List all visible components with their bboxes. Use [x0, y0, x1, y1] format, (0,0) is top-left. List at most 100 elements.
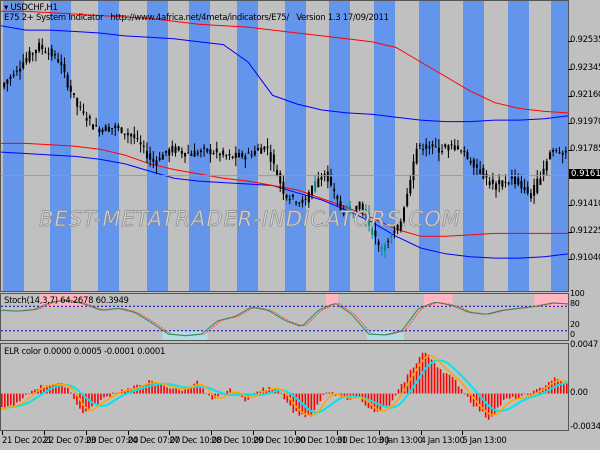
- elr-bar: [19, 393, 21, 402]
- candle-body: [314, 181, 317, 192]
- elr-bar: [523, 393, 526, 395]
- elr-bar: [316, 393, 319, 405]
- price-axis-label: 0.92345: [570, 63, 600, 73]
- price-axis-label: 0.91225: [570, 225, 600, 236]
- candle-body: [510, 176, 513, 179]
- elr-bar: [448, 374, 451, 394]
- elr-bar: [331, 392, 334, 394]
- elr-bar: [463, 393, 466, 395]
- candle-body: [272, 154, 275, 164]
- elr-bar: [442, 373, 445, 394]
- elr-bar: [436, 367, 439, 394]
- candle-body: [145, 150, 148, 159]
- candle-body: [88, 116, 91, 119]
- candle-body: [34, 50, 37, 54]
- candle-body: [180, 150, 183, 154]
- elr-bar: [454, 379, 457, 394]
- elr-bar: [496, 393, 499, 408]
- session-stripe: [551, 1, 568, 291]
- price-chart-panel[interactable]: ▾ USDCHF,H1 E75 2+ System Indicator http…: [0, 0, 569, 292]
- elr-bar: [88, 393, 90, 411]
- candle-body: [269, 152, 272, 162]
- elr-bar: [103, 393, 105, 398]
- candle-body: [295, 202, 298, 204]
- candle-body: [434, 146, 437, 148]
- candle-body: [149, 153, 152, 160]
- elr-bar: [67, 387, 69, 394]
- candle-body: [9, 76, 12, 79]
- candle-body: [12, 74, 15, 76]
- candle-body: [260, 147, 263, 154]
- stoch-axis-label: 80: [570, 299, 580, 309]
- elr-bar: [64, 387, 66, 394]
- time-tick: [253, 431, 255, 435]
- candle-body: [418, 144, 421, 146]
- stochastic-panel[interactable]: Stoch(14,3,7) 64.2678 60.3949: [0, 293, 569, 341]
- candle-body: [444, 144, 447, 147]
- time-tick: [2, 431, 3, 435]
- elr-bar: [157, 384, 159, 394]
- session-stripe: [3, 1, 24, 291]
- oversold-zone: [379, 330, 384, 340]
- candle-body: [212, 153, 215, 155]
- elr-bar: [322, 393, 325, 396]
- candle-body: [529, 193, 532, 199]
- time-tick: [127, 431, 129, 435]
- elr-bar: [511, 393, 514, 397]
- elr-bar: [283, 393, 286, 400]
- candle-body: [168, 149, 171, 156]
- candle-body: [276, 169, 279, 176]
- session-stripe: [463, 1, 484, 291]
- candle-body: [193, 150, 196, 157]
- candle-body: [406, 193, 409, 206]
- elr-bar: [13, 393, 15, 407]
- elr-bar: [280, 392, 283, 394]
- candle-body: [158, 157, 161, 161]
- stoch-axis-label: 20: [570, 319, 580, 329]
- candle-body: [92, 124, 95, 130]
- elr-bar: [379, 393, 382, 412]
- candle-body: [225, 155, 228, 157]
- candle-body: [466, 152, 469, 159]
- elr-bar: [526, 393, 529, 395]
- candle-body: [3, 82, 6, 88]
- time-axis-label: 4 Jan 13:00: [420, 436, 465, 446]
- time-tick: [43, 431, 45, 435]
- elr-panel[interactable]: ELR color 0.0000 0.0005 -0.0001 0.0001: [0, 343, 569, 431]
- candle-body: [152, 158, 155, 162]
- candle-body: [326, 171, 329, 182]
- candle-body: [69, 85, 72, 92]
- candle-body: [60, 61, 63, 66]
- candle-body: [542, 168, 545, 175]
- candle-body: [82, 111, 85, 114]
- elr-bar: [217, 393, 219, 397]
- elr-bar: [307, 393, 310, 416]
- candle-body: [117, 125, 120, 129]
- candle-body: [555, 150, 558, 152]
- elr-bar: [4, 393, 6, 410]
- indicator-url: http://www.4africa.net/4meta/indicators/…: [110, 13, 289, 23]
- elr-bar: [298, 393, 301, 416]
- candle-body: [450, 144, 453, 146]
- elr-bar: [100, 393, 102, 401]
- candle-body: [66, 74, 69, 88]
- candle-body: [307, 192, 310, 203]
- elr-bar: [460, 388, 463, 394]
- price-axis-label: 0.91410: [570, 198, 600, 209]
- elr-bar: [385, 393, 388, 406]
- candle-body: [482, 167, 485, 179]
- candle-body: [374, 230, 377, 237]
- candle-body: [412, 161, 415, 181]
- elr-bar: [22, 393, 24, 399]
- elr-bar: [25, 393, 27, 395]
- elr-bar: [16, 393, 18, 403]
- session-stripe: [189, 1, 210, 291]
- candle-body: [203, 147, 206, 149]
- time-tick: [294, 431, 296, 435]
- candle-body: [38, 42, 41, 52]
- elr-bar: [457, 386, 460, 394]
- oversold-zone: [195, 330, 200, 340]
- candle-body: [520, 180, 523, 189]
- candle-body: [47, 53, 50, 55]
- elr-bar: [7, 393, 9, 407]
